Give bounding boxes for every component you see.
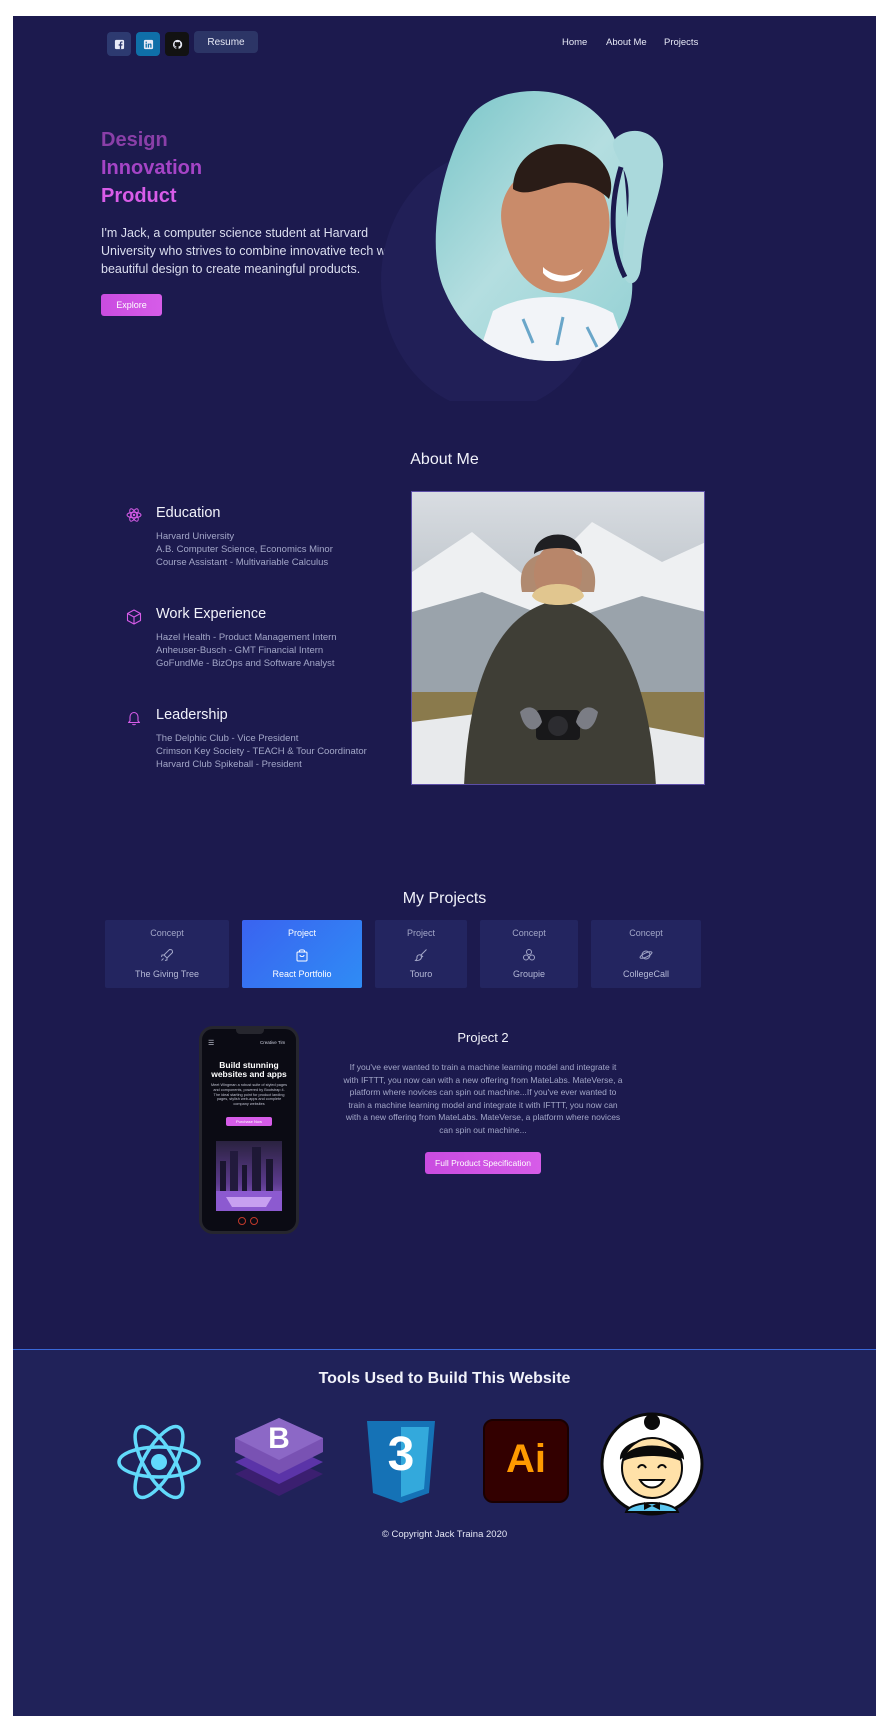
copyright: © Copyright Jack Traina 2020: [381, 1529, 508, 1540]
bag-icon: [295, 948, 309, 962]
illustrator-letters: Ai: [506, 1437, 546, 1481]
phone-body: Meet Wingman a robust suite of styled pa…: [211, 1083, 287, 1107]
planet-icon: [639, 948, 653, 962]
avatar-icon: [600, 1412, 704, 1516]
projects-title: My Projects: [402, 890, 487, 907]
hero-word-innovation: Innovation: [101, 157, 203, 179]
project-card-type: Concept: [629, 928, 663, 938]
project-detail-description: If you've ever wanted to train a machine…: [343, 1062, 623, 1135]
rocket-icon: [160, 948, 174, 962]
about-line: The Delphic Club - Vice President: [156, 733, 299, 744]
full-spec-button[interactable]: Full Product Specification: [425, 1152, 541, 1174]
phone-image: [216, 1141, 282, 1211]
about-heading-work: Work Experience: [156, 606, 267, 622]
phone-mockup: ☰ Creative Tim Build stunning websites a…: [199, 1026, 299, 1234]
phone-brand: Creative Tim: [260, 1040, 286, 1045]
cube-icon: [126, 609, 142, 630]
about-line: Crimson Key Society - TEACH & Tour Coord…: [156, 746, 367, 757]
github-icon[interactable]: [165, 32, 189, 56]
phone-notch: [236, 1029, 264, 1034]
about-heading-education: Education: [156, 505, 221, 521]
project-card-name: React Portfolio: [272, 969, 332, 979]
tools-title: Tools Used to Build This Website: [318, 1370, 571, 1387]
hero-portrait: [373, 81, 683, 411]
about-title: About Me: [410, 451, 479, 468]
project-card-name: Touro: [409, 969, 433, 979]
bootstrap-icon: B: [229, 1414, 329, 1508]
about-line: Harvard Club Spikeball - President: [156, 759, 302, 770]
about-photo: [411, 491, 705, 785]
phone-next-dot: [250, 1217, 258, 1225]
atom-icon: [126, 507, 142, 528]
brush-icon: [414, 948, 428, 962]
project-card-react-portfolio[interactable]: Project React Portfolio: [242, 920, 362, 988]
page: Resume Home About Me Projects Design Inn…: [13, 16, 876, 1716]
linkedin-icon[interactable]: [136, 32, 160, 56]
phone-headline: Build stunning websites and apps: [211, 1060, 287, 1079]
illustrator-icon: Ai: [483, 1419, 569, 1503]
nav-link-about[interactable]: About Me: [606, 37, 647, 48]
about-heading-leadership: Leadership: [156, 707, 228, 723]
hero-intro: I'm Jack, a computer science student at …: [101, 226, 400, 276]
hero-word-product: Product: [101, 185, 177, 207]
explore-button[interactable]: Explore: [101, 294, 162, 316]
phone-prev-dot: [238, 1217, 246, 1225]
about-line: A.B. Computer Science, Economics Minor: [156, 544, 333, 555]
project-card-groupie[interactable]: Concept Groupie: [480, 920, 578, 988]
about-line: Anheuser-Busch - GMT Financial Intern: [156, 645, 324, 656]
resume-button[interactable]: Resume: [194, 31, 258, 53]
project-card-collegecall[interactable]: Concept CollegeCall: [591, 920, 701, 988]
project-card-name: Groupie: [512, 969, 546, 979]
project-card-type: Concept: [150, 928, 184, 938]
nav-link-home[interactable]: Home: [562, 37, 587, 48]
project-card-type: Project: [287, 928, 316, 938]
project-detail-title: Project 2: [457, 1030, 509, 1045]
nav-link-projects[interactable]: Projects: [664, 37, 698, 48]
project-card-giving-tree[interactable]: Concept The Giving Tree: [105, 920, 229, 988]
about-line: Hazel Health - Product Management Intern: [156, 632, 337, 643]
hero-word-design: Design: [101, 129, 168, 151]
css3-number: 3: [387, 1428, 415, 1481]
project-card-touro[interactable]: Project Touro: [375, 920, 467, 988]
project-card-name: CollegeCall: [622, 969, 670, 979]
bell-icon: [126, 710, 142, 731]
project-card-type: Project: [406, 928, 435, 938]
project-card-type: Concept: [512, 928, 546, 938]
bootstrap-letter: B: [268, 1422, 290, 1455]
project-card-name: The Giving Tree: [134, 969, 200, 979]
facebook-icon[interactable]: [107, 32, 131, 56]
menu-icon: ☰: [208, 1040, 215, 1047]
react-icon: [115, 1418, 203, 1506]
phone-purchase-button: Purchase Now: [226, 1117, 272, 1126]
css3-icon: 3: [363, 1419, 439, 1505]
about-line: GoFundMe - BizOps and Software Analyst: [156, 658, 335, 669]
circles-icon: [522, 948, 536, 962]
about-line: Harvard University: [156, 531, 235, 542]
about-line: Course Assistant - Multivariable Calculu…: [156, 557, 329, 568]
